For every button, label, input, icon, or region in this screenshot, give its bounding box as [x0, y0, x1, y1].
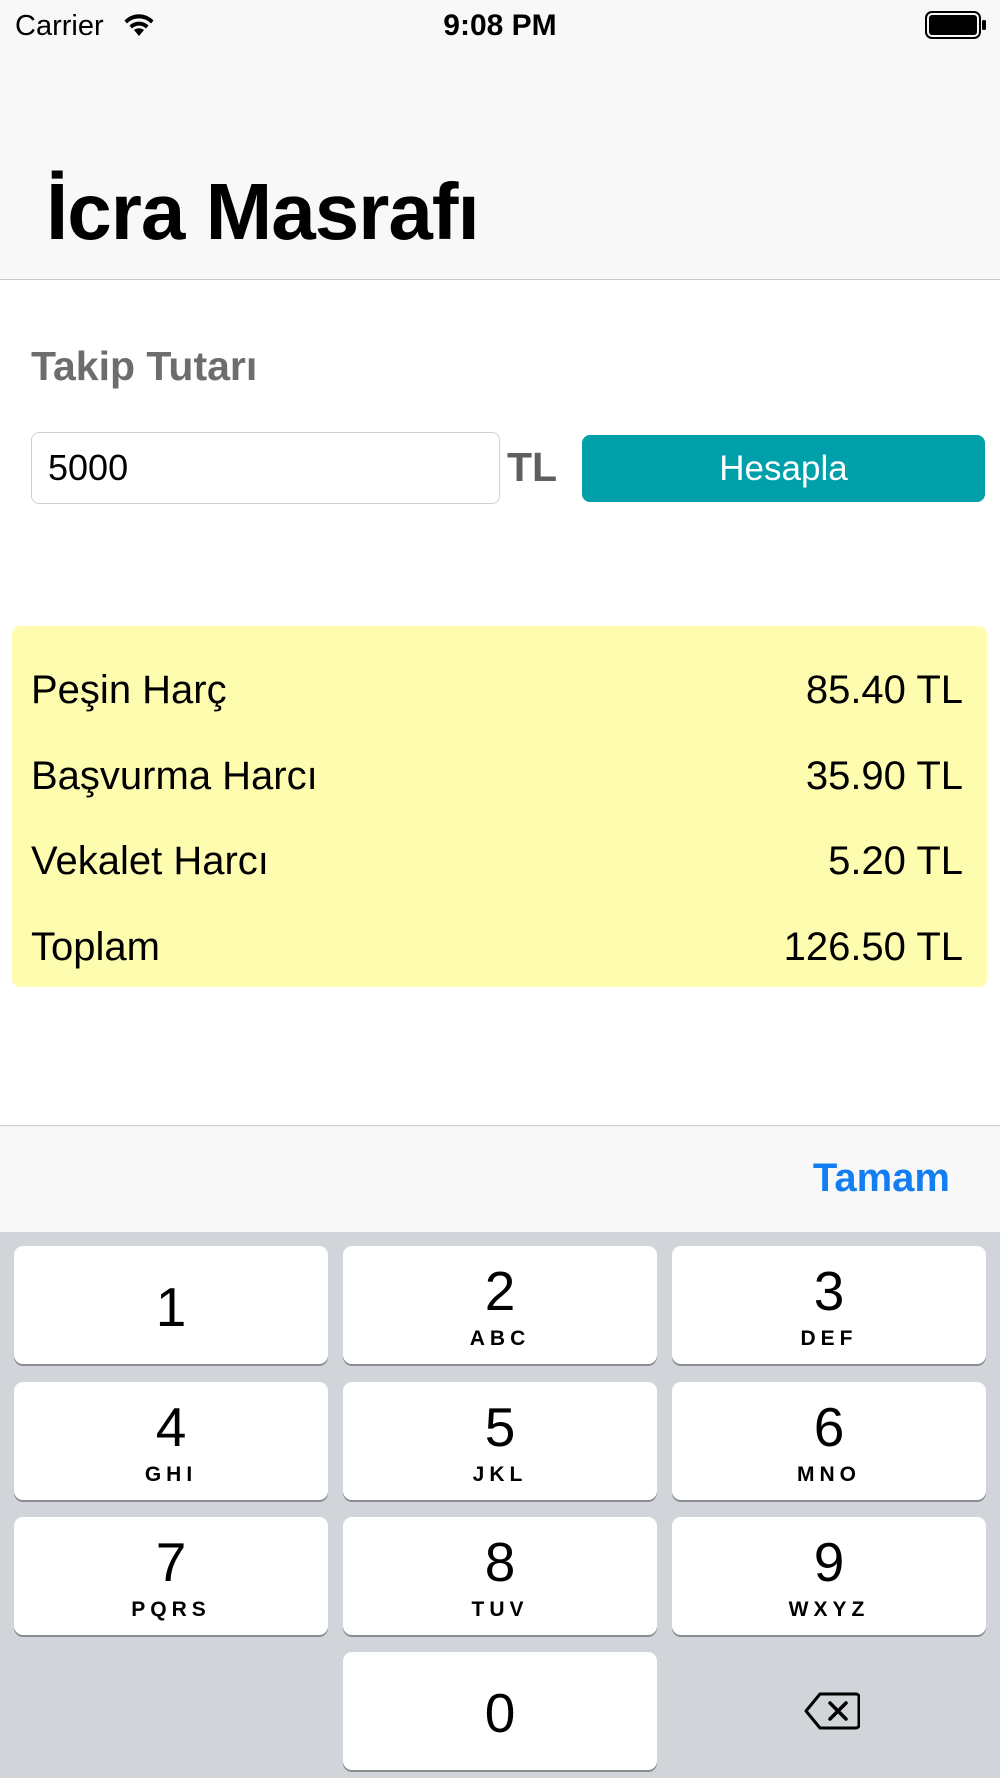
key-8[interactable]: 8 TUV	[343, 1517, 657, 1635]
calculate-button[interactable]: Hesapla	[582, 435, 985, 502]
amount-input[interactable]	[31, 432, 500, 504]
key-2[interactable]: 2 ABC	[343, 1246, 657, 1364]
result-label: Vekalet Harcı	[31, 839, 269, 883]
status-time: 9:08 PM	[443, 9, 557, 42]
keyboard-toolbar: Tamam	[0, 1125, 1000, 1232]
key-digit: 6	[813, 1396, 845, 1458]
key-1[interactable]: 1	[14, 1246, 328, 1364]
key-digit: 9	[813, 1531, 845, 1593]
page-title: İcra Masrafı	[46, 167, 480, 256]
key-digit: 3	[813, 1260, 845, 1322]
key-0[interactable]: 0	[343, 1652, 657, 1770]
result-label: Peşin Harç	[31, 668, 227, 712]
results-panel: Peşin Harç 85.40 TL Başvurma Harcı 35.90…	[12, 626, 987, 987]
status-bar: Carrier 9:08 PM	[0, 0, 1000, 50]
key-letters: MNO	[797, 1463, 861, 1486]
navigation-bar: İcra Masrafı	[0, 50, 1000, 280]
battery-icon	[925, 11, 986, 39]
key-letters: WXYZ	[788, 1598, 870, 1621]
result-row-basvurma-harci: Başvurma Harcı 35.90 TL	[31, 754, 963, 810]
result-row-vekalet-harci: Vekalet Harcı 5.20 TL	[31, 839, 963, 895]
done-button[interactable]: Tamam	[813, 1156, 950, 1201]
result-row-toplam: Toplam 126.50 TL	[31, 925, 963, 981]
key-4[interactable]: 4 GHI	[14, 1382, 328, 1500]
number-pad: 1 2 ABC 3 DEF 4 GHI 5 JKL 6 MNO 7 PQRS 8…	[0, 1232, 1000, 1778]
key-digit: 1	[155, 1276, 187, 1338]
delete-key[interactable]	[672, 1652, 986, 1770]
result-label: Toplam	[31, 925, 160, 969]
key-6[interactable]: 6 MNO	[672, 1382, 986, 1500]
result-value: 126.50 TL	[783, 925, 963, 969]
result-label: Başvurma Harcı	[31, 754, 318, 798]
key-digit: 5	[484, 1396, 516, 1458]
backspace-icon	[804, 1692, 860, 1730]
key-5[interactable]: 5 JKL	[343, 1382, 657, 1500]
key-digit: 0	[484, 1682, 516, 1744]
key-7[interactable]: 7 PQRS	[14, 1517, 328, 1635]
key-digit: 2	[484, 1260, 516, 1322]
result-value: 85.40 TL	[805, 668, 963, 712]
key-digit: 8	[484, 1531, 516, 1593]
key-letters: ABC	[469, 1327, 531, 1350]
result-value: 5.20 TL	[828, 839, 963, 883]
key-digit: 7	[155, 1531, 187, 1593]
currency-label: TL	[507, 444, 558, 490]
key-digit: 4	[155, 1396, 187, 1458]
key-letters: JKL	[472, 1463, 528, 1486]
amount-label: Takip Tutarı	[31, 343, 258, 389]
key-letters: PQRS	[131, 1598, 211, 1621]
key-letters: DEF	[800, 1327, 858, 1350]
key-letters: GHI	[144, 1463, 198, 1486]
result-value: 35.90 TL	[805, 754, 963, 798]
result-row-pesin-harc: Peşin Harç 85.40 TL	[31, 668, 963, 724]
key-3[interactable]: 3 DEF	[672, 1246, 986, 1364]
key-letters: TUV	[471, 1598, 529, 1621]
key-9[interactable]: 9 WXYZ	[672, 1517, 986, 1635]
